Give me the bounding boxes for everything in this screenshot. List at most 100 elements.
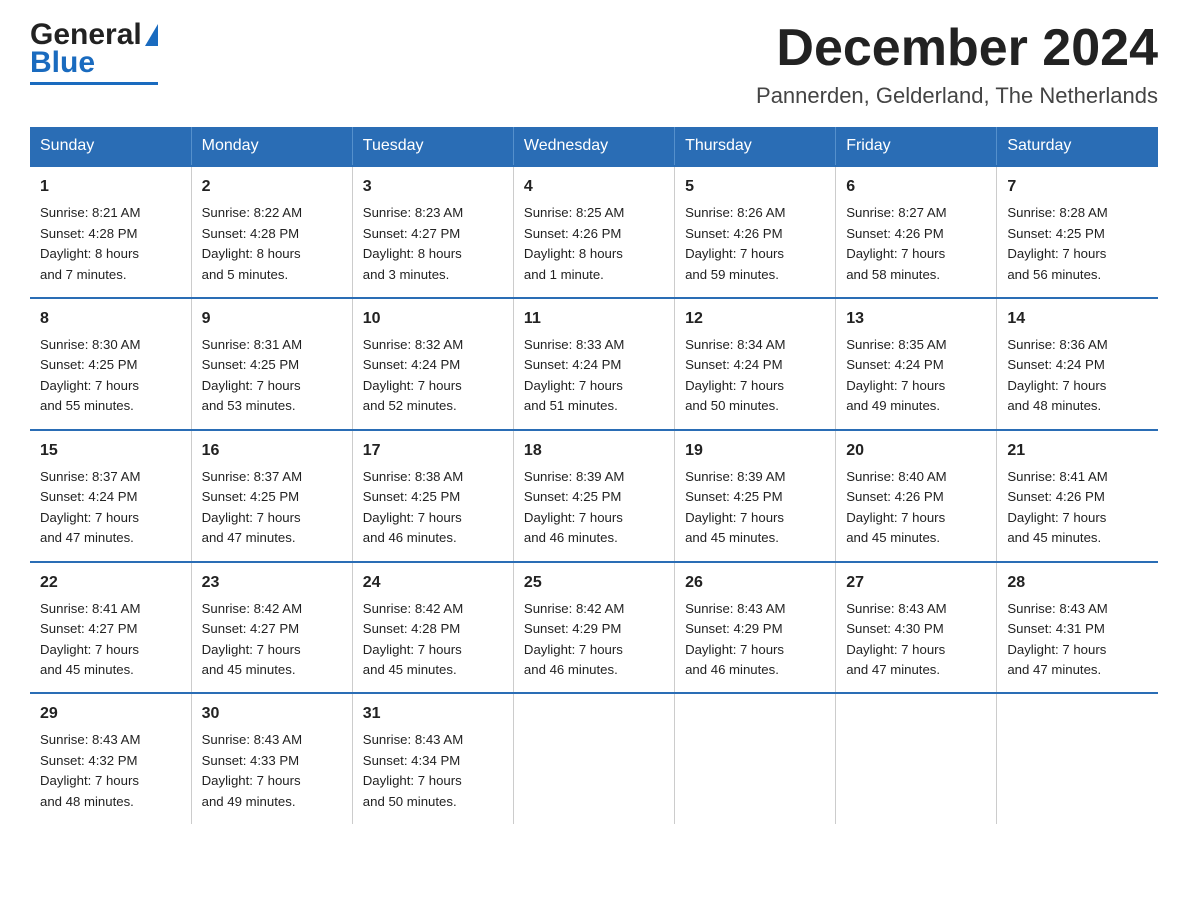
day-info: Sunrise: 8:37 AMSunset: 4:25 PMDaylight:… <box>202 469 302 545</box>
day-number: 18 <box>524 439 664 463</box>
day-cell: 20 Sunrise: 8:40 AMSunset: 4:26 PMDaylig… <box>836 430 997 562</box>
day-info: Sunrise: 8:38 AMSunset: 4:25 PMDaylight:… <box>363 469 463 545</box>
day-info: Sunrise: 8:27 AMSunset: 4:26 PMDaylight:… <box>846 205 946 281</box>
day-cell: 11 Sunrise: 8:33 AMSunset: 4:24 PMDaylig… <box>513 298 674 430</box>
calendar-body: 1 Sunrise: 8:21 AMSunset: 4:28 PMDayligh… <box>30 166 1158 824</box>
day-number: 25 <box>524 571 664 595</box>
week-row-5: 29 Sunrise: 8:43 AMSunset: 4:32 PMDaylig… <box>30 693 1158 824</box>
day-number: 3 <box>363 175 503 199</box>
day-info: Sunrise: 8:43 AMSunset: 4:30 PMDaylight:… <box>846 601 946 677</box>
day-info: Sunrise: 8:28 AMSunset: 4:25 PMDaylight:… <box>1007 205 1107 281</box>
logo-triangle-icon <box>145 24 158 46</box>
header-tuesday: Tuesday <box>352 127 513 166</box>
day-info: Sunrise: 8:42 AMSunset: 4:29 PMDaylight:… <box>524 601 624 677</box>
day-cell: 3 Sunrise: 8:23 AMSunset: 4:27 PMDayligh… <box>352 166 513 298</box>
day-info: Sunrise: 8:37 AMSunset: 4:24 PMDaylight:… <box>40 469 140 545</box>
day-cell: 13 Sunrise: 8:35 AMSunset: 4:24 PMDaylig… <box>836 298 997 430</box>
week-row-2: 8 Sunrise: 8:30 AMSunset: 4:25 PMDayligh… <box>30 298 1158 430</box>
day-cell: 15 Sunrise: 8:37 AMSunset: 4:24 PMDaylig… <box>30 430 191 562</box>
header-sunday: Sunday <box>30 127 191 166</box>
day-cell: 4 Sunrise: 8:25 AMSunset: 4:26 PMDayligh… <box>513 166 674 298</box>
day-number: 6 <box>846 175 986 199</box>
day-number: 22 <box>40 571 181 595</box>
day-info: Sunrise: 8:43 AMSunset: 4:32 PMDaylight:… <box>40 732 140 808</box>
day-cell: 21 Sunrise: 8:41 AMSunset: 4:26 PMDaylig… <box>997 430 1158 562</box>
day-cell: 5 Sunrise: 8:26 AMSunset: 4:26 PMDayligh… <box>675 166 836 298</box>
header-monday: Monday <box>191 127 352 166</box>
day-info: Sunrise: 8:23 AMSunset: 4:27 PMDaylight:… <box>363 205 463 281</box>
day-number: 15 <box>40 439 181 463</box>
header-row: SundayMondayTuesdayWednesdayThursdayFrid… <box>30 127 1158 166</box>
day-cell: 24 Sunrise: 8:42 AMSunset: 4:28 PMDaylig… <box>352 562 513 694</box>
day-cell: 28 Sunrise: 8:43 AMSunset: 4:31 PMDaylig… <box>997 562 1158 694</box>
day-number: 10 <box>363 307 503 331</box>
logo-underline <box>30 82 158 85</box>
page-header: General Blue December 2024 Pannerden, Ge… <box>30 20 1158 109</box>
day-number: 19 <box>685 439 825 463</box>
day-number: 24 <box>363 571 503 595</box>
day-info: Sunrise: 8:42 AMSunset: 4:27 PMDaylight:… <box>202 601 302 677</box>
day-cell: 29 Sunrise: 8:43 AMSunset: 4:32 PMDaylig… <box>30 693 191 824</box>
day-cell: 27 Sunrise: 8:43 AMSunset: 4:30 PMDaylig… <box>836 562 997 694</box>
day-info: Sunrise: 8:39 AMSunset: 4:25 PMDaylight:… <box>524 469 624 545</box>
page-subtitle: Pannerden, Gelderland, The Netherlands <box>756 83 1158 109</box>
day-number: 27 <box>846 571 986 595</box>
day-cell: 7 Sunrise: 8:28 AMSunset: 4:25 PMDayligh… <box>997 166 1158 298</box>
day-info: Sunrise: 8:34 AMSunset: 4:24 PMDaylight:… <box>685 337 785 413</box>
day-number: 29 <box>40 702 181 726</box>
day-info: Sunrise: 8:40 AMSunset: 4:26 PMDaylight:… <box>846 469 946 545</box>
day-number: 20 <box>846 439 986 463</box>
day-info: Sunrise: 8:25 AMSunset: 4:26 PMDaylight:… <box>524 205 624 281</box>
day-info: Sunrise: 8:31 AMSunset: 4:25 PMDaylight:… <box>202 337 302 413</box>
day-info: Sunrise: 8:21 AMSunset: 4:28 PMDaylight:… <box>40 205 140 281</box>
day-cell <box>513 693 674 824</box>
day-info: Sunrise: 8:43 AMSunset: 4:33 PMDaylight:… <box>202 732 302 808</box>
title-area: December 2024 Pannerden, Gelderland, The… <box>756 20 1158 109</box>
day-number: 9 <box>202 307 342 331</box>
day-cell: 19 Sunrise: 8:39 AMSunset: 4:25 PMDaylig… <box>675 430 836 562</box>
day-cell: 9 Sunrise: 8:31 AMSunset: 4:25 PMDayligh… <box>191 298 352 430</box>
day-number: 2 <box>202 175 342 199</box>
day-cell: 10 Sunrise: 8:32 AMSunset: 4:24 PMDaylig… <box>352 298 513 430</box>
day-info: Sunrise: 8:35 AMSunset: 4:24 PMDaylight:… <box>846 337 946 413</box>
logo-blue-text: Blue <box>30 46 95 80</box>
day-number: 7 <box>1007 175 1148 199</box>
header-saturday: Saturday <box>997 127 1158 166</box>
day-number: 13 <box>846 307 986 331</box>
day-number: 28 <box>1007 571 1148 595</box>
day-cell: 17 Sunrise: 8:38 AMSunset: 4:25 PMDaylig… <box>352 430 513 562</box>
day-cell: 18 Sunrise: 8:39 AMSunset: 4:25 PMDaylig… <box>513 430 674 562</box>
day-number: 4 <box>524 175 664 199</box>
day-cell: 30 Sunrise: 8:43 AMSunset: 4:33 PMDaylig… <box>191 693 352 824</box>
day-cell: 22 Sunrise: 8:41 AMSunset: 4:27 PMDaylig… <box>30 562 191 694</box>
day-info: Sunrise: 8:43 AMSunset: 4:29 PMDaylight:… <box>685 601 785 677</box>
calendar-header: SundayMondayTuesdayWednesdayThursdayFrid… <box>30 127 1158 166</box>
day-number: 5 <box>685 175 825 199</box>
week-row-3: 15 Sunrise: 8:37 AMSunset: 4:24 PMDaylig… <box>30 430 1158 562</box>
day-cell <box>836 693 997 824</box>
day-cell: 16 Sunrise: 8:37 AMSunset: 4:25 PMDaylig… <box>191 430 352 562</box>
day-number: 26 <box>685 571 825 595</box>
day-cell <box>997 693 1158 824</box>
day-number: 12 <box>685 307 825 331</box>
day-cell: 14 Sunrise: 8:36 AMSunset: 4:24 PMDaylig… <box>997 298 1158 430</box>
page-title: December 2024 <box>756 20 1158 77</box>
day-cell: 1 Sunrise: 8:21 AMSunset: 4:28 PMDayligh… <box>30 166 191 298</box>
week-row-1: 1 Sunrise: 8:21 AMSunset: 4:28 PMDayligh… <box>30 166 1158 298</box>
header-thursday: Thursday <box>675 127 836 166</box>
day-info: Sunrise: 8:26 AMSunset: 4:26 PMDaylight:… <box>685 205 785 281</box>
day-number: 1 <box>40 175 181 199</box>
day-info: Sunrise: 8:32 AMSunset: 4:24 PMDaylight:… <box>363 337 463 413</box>
header-friday: Friday <box>836 127 997 166</box>
calendar-table: SundayMondayTuesdayWednesdayThursdayFrid… <box>30 127 1158 824</box>
day-number: 21 <box>1007 439 1148 463</box>
day-number: 11 <box>524 307 664 331</box>
day-cell: 23 Sunrise: 8:42 AMSunset: 4:27 PMDaylig… <box>191 562 352 694</box>
day-cell: 6 Sunrise: 8:27 AMSunset: 4:26 PMDayligh… <box>836 166 997 298</box>
day-info: Sunrise: 8:39 AMSunset: 4:25 PMDaylight:… <box>685 469 785 545</box>
day-number: 30 <box>202 702 342 726</box>
day-cell: 2 Sunrise: 8:22 AMSunset: 4:28 PMDayligh… <box>191 166 352 298</box>
day-cell: 26 Sunrise: 8:43 AMSunset: 4:29 PMDaylig… <box>675 562 836 694</box>
day-info: Sunrise: 8:41 AMSunset: 4:27 PMDaylight:… <box>40 601 140 677</box>
day-cell: 25 Sunrise: 8:42 AMSunset: 4:29 PMDaylig… <box>513 562 674 694</box>
